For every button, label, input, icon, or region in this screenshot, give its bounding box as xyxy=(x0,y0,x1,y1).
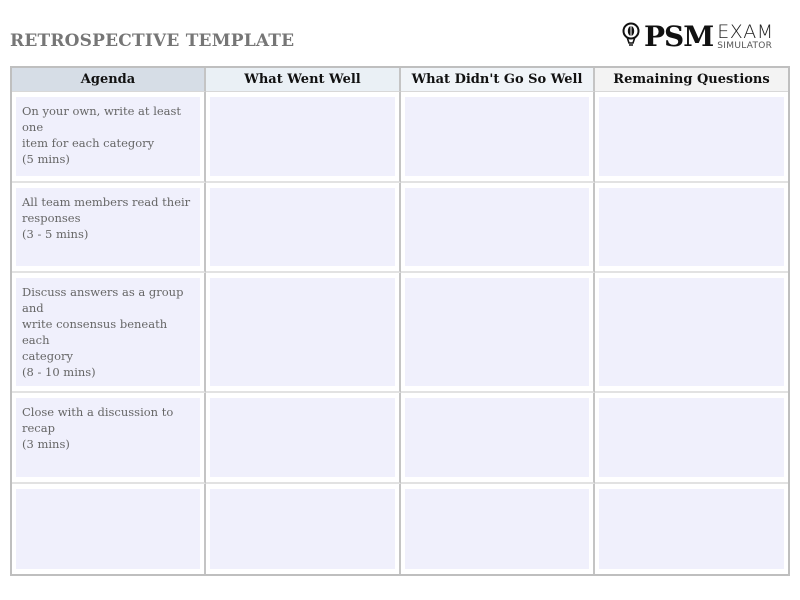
went-well-input[interactable] xyxy=(210,187,395,266)
logo-exam: EXAM xyxy=(717,21,774,43)
questions-input[interactable] xyxy=(599,398,784,477)
questions-input[interactable] xyxy=(599,187,784,266)
went-well-cell xyxy=(206,483,401,574)
went-well-input[interactable] xyxy=(210,398,395,477)
header-agenda: Agenda xyxy=(12,68,206,92)
header-remaining-questions: Remaining Questions xyxy=(595,68,788,92)
didnt-go-well-input[interactable] xyxy=(405,278,589,386)
agenda-cell xyxy=(12,483,206,574)
went-well-cell xyxy=(206,273,401,393)
didnt-go-well-input[interactable] xyxy=(405,97,589,176)
went-well-cell xyxy=(206,182,401,273)
agenda-text[interactable]: On your own, write at least one item for… xyxy=(16,97,200,176)
went-well-input[interactable] xyxy=(210,97,395,176)
questions-cell xyxy=(595,484,788,575)
questions-input[interactable] xyxy=(599,488,784,569)
agenda-text[interactable]: Close with a discussion to recap (3 mins… xyxy=(16,398,200,477)
didnt-go-well-cell xyxy=(401,182,595,273)
didnt-go-well-input[interactable] xyxy=(405,398,589,477)
questions-input[interactable] xyxy=(599,97,784,176)
questions-cell xyxy=(595,92,788,183)
logo-simulator: SIMULATOR xyxy=(717,41,773,51)
went-well-cell xyxy=(206,393,401,484)
agenda-cell: Discuss answers as a group and write con… xyxy=(12,273,206,393)
didnt-go-well-cell xyxy=(401,92,595,183)
psm-logo: PSM EXAM SIMULATOR xyxy=(622,20,774,54)
questions-cell xyxy=(595,183,788,273)
didnt-go-well-cell xyxy=(401,393,595,484)
didnt-go-well-input[interactable] xyxy=(405,488,589,569)
didnt-go-well-cell xyxy=(401,483,595,574)
went-well-cell xyxy=(206,92,401,183)
agenda-text[interactable]: All team members read their responses (3… xyxy=(16,187,200,266)
agenda-text[interactable]: Discuss answers as a group and write con… xyxy=(16,278,200,386)
questions-cell xyxy=(595,393,788,484)
retrospective-table: Agenda What Went Well What Didn't Go So … xyxy=(10,66,790,576)
agenda-cell: Close with a discussion to recap (3 mins… xyxy=(12,393,206,484)
header-went-well: What Went Well xyxy=(206,68,401,92)
went-well-input[interactable] xyxy=(210,278,395,386)
agenda-cell: On your own, write at least one item for… xyxy=(12,92,206,183)
agenda-text[interactable] xyxy=(16,488,200,569)
didnt-go-well-input[interactable] xyxy=(405,187,589,266)
header-didnt-go-well: What Didn't Go So Well xyxy=(401,68,595,92)
logo-brand: PSM xyxy=(644,20,714,53)
lightbulb-icon xyxy=(622,22,640,46)
page-title: RETROSPECTIVE TEMPLATE xyxy=(10,31,295,51)
didnt-go-well-cell xyxy=(401,273,595,393)
went-well-input[interactable] xyxy=(210,488,395,569)
questions-input[interactable] xyxy=(599,278,784,386)
agenda-cell: All team members read their responses (3… xyxy=(12,182,206,273)
questions-cell xyxy=(595,273,788,393)
